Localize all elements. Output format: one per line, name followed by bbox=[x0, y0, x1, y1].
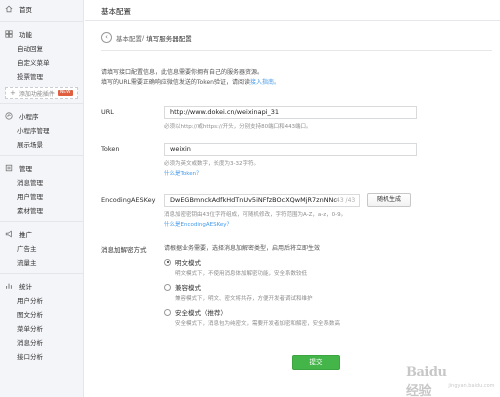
page-title: 基本配置 bbox=[101, 7, 131, 16]
encrypt-mode-hint: 请根据业务需要，选择消息加解密类型，启用后将立即生效 bbox=[164, 245, 321, 252]
random-generate-button[interactable]: 随机生成 bbox=[367, 193, 411, 207]
sidebar: 首页 功能 自动回复 自定义菜单 投票管理 + 添加功能插件 NEW 小程序 小… bbox=[0, 0, 84, 397]
sidebar-item-display-scene[interactable]: 展示场景 bbox=[0, 138, 83, 152]
sidebar-item-menu-analysis[interactable]: 菜单分析 bbox=[0, 322, 83, 336]
sidebar-item-messages[interactable]: 消息管理 bbox=[0, 176, 83, 190]
divider bbox=[0, 103, 83, 104]
breadcrumb: ‹ 基本配置 / 填写服务器配置 bbox=[101, 32, 192, 43]
aes-key-hint: 消息加密密钥由43位字符组成，可随机修改，字符范围为A-Z，a-z，0-9。 bbox=[164, 212, 347, 218]
sidebar-item-user-analysis[interactable]: 用户分析 bbox=[0, 294, 83, 308]
sidebar-item-article-analysis[interactable]: 图文分析 bbox=[0, 308, 83, 322]
sidebar-item-auto-reply[interactable]: 自动回复 bbox=[0, 42, 83, 56]
sidebar-section-title: 功能 bbox=[19, 30, 32, 39]
encrypt-mode-label: 消息加解密方式 bbox=[101, 246, 147, 254]
url-input[interactable]: http://www.dokei.cn/weixinapi_31 bbox=[164, 106, 417, 119]
sidebar-section-miniprogram: 小程序 小程序管理 展示场景 bbox=[0, 107, 83, 152]
sidebar-section-title: 统计 bbox=[19, 282, 32, 291]
breadcrumb-current: 填写服务器配置 bbox=[146, 34, 192, 43]
breadcrumb-parent[interactable]: 基本配置 bbox=[116, 33, 142, 43]
manage-icon bbox=[5, 164, 13, 172]
sidebar-section-header: 统计 bbox=[0, 277, 83, 294]
submit-button[interactable]: 提交 bbox=[292, 355, 340, 370]
sidebar-item-api-analysis[interactable]: 接口分析 bbox=[0, 350, 83, 364]
watermark-logo: Baidu经验 bbox=[406, 365, 447, 397]
sidebar-section-header: 管理 bbox=[0, 159, 83, 176]
stats-icon bbox=[5, 282, 13, 290]
sidebar-item-miniprogram-manage[interactable]: 小程序管理 bbox=[0, 124, 83, 138]
watermark-url: jingyan.baidu.com bbox=[448, 383, 495, 389]
back-button[interactable]: ‹ bbox=[101, 32, 112, 43]
function-icon bbox=[5, 29, 13, 38]
radio-secure-mode[interactable]: 安全模式（推荐） bbox=[164, 307, 227, 317]
token-hint: 必须为英文或数字，长度为3-32字符。 bbox=[164, 161, 259, 167]
sidebar-section-title: 推广 bbox=[19, 230, 32, 239]
aes-key-input[interactable]: DwEGBmnckAdfkHdTnUv5iNFfzBOcXQwMjR7znNNc bbox=[164, 194, 360, 207]
intro-line-1: 请填写接口配置信息，此信息需要你拥有自己的服务器资源。 bbox=[101, 69, 264, 76]
add-plugin-label: 添加功能插件 bbox=[18, 90, 55, 98]
radio-label: 明文模式 bbox=[175, 259, 201, 267]
sidebar-item-vote[interactable]: 投票管理 bbox=[0, 70, 83, 84]
aes-key-label: EncodingAESKey bbox=[101, 196, 156, 204]
access-guide-link[interactable]: 接入指南。 bbox=[250, 79, 280, 86]
url-label: URL bbox=[101, 108, 114, 116]
sidebar-item-users[interactable]: 用户管理 bbox=[0, 190, 83, 204]
main-content: 基本配置 ‹ 基本配置 / 填写服务器配置 请填写接口配置信息，此信息需要你拥有… bbox=[85, 0, 500, 397]
breadcrumb-separator: / bbox=[142, 33, 145, 42]
radio-compatible-mode[interactable]: 兼容模式 bbox=[164, 282, 201, 292]
miniprogram-icon bbox=[5, 111, 13, 120]
what-is-aes-key-link[interactable]: 什么是EncodingAESKey？ bbox=[164, 221, 232, 230]
sidebar-item-custom-menu[interactable]: 自定义菜单 bbox=[0, 56, 83, 70]
sidebar-item-message-analysis[interactable]: 消息分析 bbox=[0, 336, 83, 350]
add-plugin-button[interactable]: + 添加功能插件 NEW bbox=[5, 87, 78, 99]
divider bbox=[0, 155, 83, 156]
chevron-left-icon: ‹ bbox=[105, 33, 108, 41]
what-is-token-link[interactable]: 什么是Token？ bbox=[164, 170, 202, 179]
divider bbox=[85, 20, 500, 21]
token-input[interactable]: weixin bbox=[164, 143, 417, 156]
plus-icon: + bbox=[10, 89, 16, 97]
radio-label: 兼容模式 bbox=[175, 284, 201, 292]
sidebar-item-home[interactable]: 首页 bbox=[0, 0, 83, 18]
sidebar-item-materials[interactable]: 素材管理 bbox=[0, 204, 83, 218]
intro-line-2-text: 填写的URL需要正确响应微信发送的Token验证，请阅读 bbox=[101, 79, 250, 86]
sidebar-section-promote: 推广 广告主 流量主 bbox=[0, 225, 83, 270]
sidebar-section-title: 管理 bbox=[19, 164, 32, 173]
radio-description: 明文模式下，不使用消息体加解密功能，安全系数较低 bbox=[175, 271, 308, 277]
radio-label: 安全模式（推荐） bbox=[175, 309, 227, 317]
sidebar-section-header: 功能 bbox=[0, 25, 83, 42]
sidebar-item-label: 首页 bbox=[19, 6, 32, 14]
sidebar-section-function: 功能 自动回复 自定义菜单 投票管理 + 添加功能插件 NEW bbox=[0, 25, 83, 99]
sidebar-section-header: 小程序 bbox=[0, 107, 83, 124]
sidebar-item-advertiser[interactable]: 广告主 bbox=[0, 242, 83, 256]
aes-key-counter: 43 /43 bbox=[336, 197, 356, 204]
radio-button[interactable] bbox=[164, 258, 171, 266]
promote-icon bbox=[5, 229, 13, 238]
radio-button[interactable] bbox=[164, 308, 171, 316]
sidebar-section-title: 小程序 bbox=[19, 112, 39, 121]
radio-plaintext-mode[interactable]: 明文模式 bbox=[164, 257, 201, 267]
divider bbox=[0, 21, 83, 22]
divider bbox=[101, 50, 492, 51]
radio-description: 安全模式下，消息包为纯密文，需要开发者加密和解密，安全系数高 bbox=[175, 321, 341, 327]
url-hint: 必须以http://或https://开头，分别支持80端口和443端口。 bbox=[164, 124, 312, 130]
intro-text: 请填写接口配置信息，此信息需要你拥有自己的服务器资源。 填写的URL需要正确响应… bbox=[101, 68, 411, 88]
intro-line-2: 填写的URL需要正确响应微信发送的Token验证，请阅读接入指南。 bbox=[101, 78, 411, 88]
radio-button[interactable] bbox=[164, 283, 171, 291]
sidebar-section-stats: 统计 用户分析 图文分析 菜单分析 消息分析 接口分析 bbox=[0, 277, 83, 364]
sidebar-section-header: 推广 bbox=[0, 225, 83, 242]
divider bbox=[0, 221, 83, 222]
sidebar-item-publisher[interactable]: 流量主 bbox=[0, 256, 83, 270]
token-label: Token bbox=[101, 145, 120, 153]
home-icon bbox=[5, 5, 13, 13]
radio-description: 兼容模式下，明文、密文将共存，方便开发者调试和维护 bbox=[175, 296, 313, 302]
new-badge: NEW bbox=[57, 90, 73, 96]
baidu-jingyan-watermark: Baidu经验 jingyan.baidu.com bbox=[406, 365, 495, 397]
divider bbox=[0, 273, 83, 274]
sidebar-section-manage: 管理 消息管理 用户管理 素材管理 bbox=[0, 159, 83, 218]
